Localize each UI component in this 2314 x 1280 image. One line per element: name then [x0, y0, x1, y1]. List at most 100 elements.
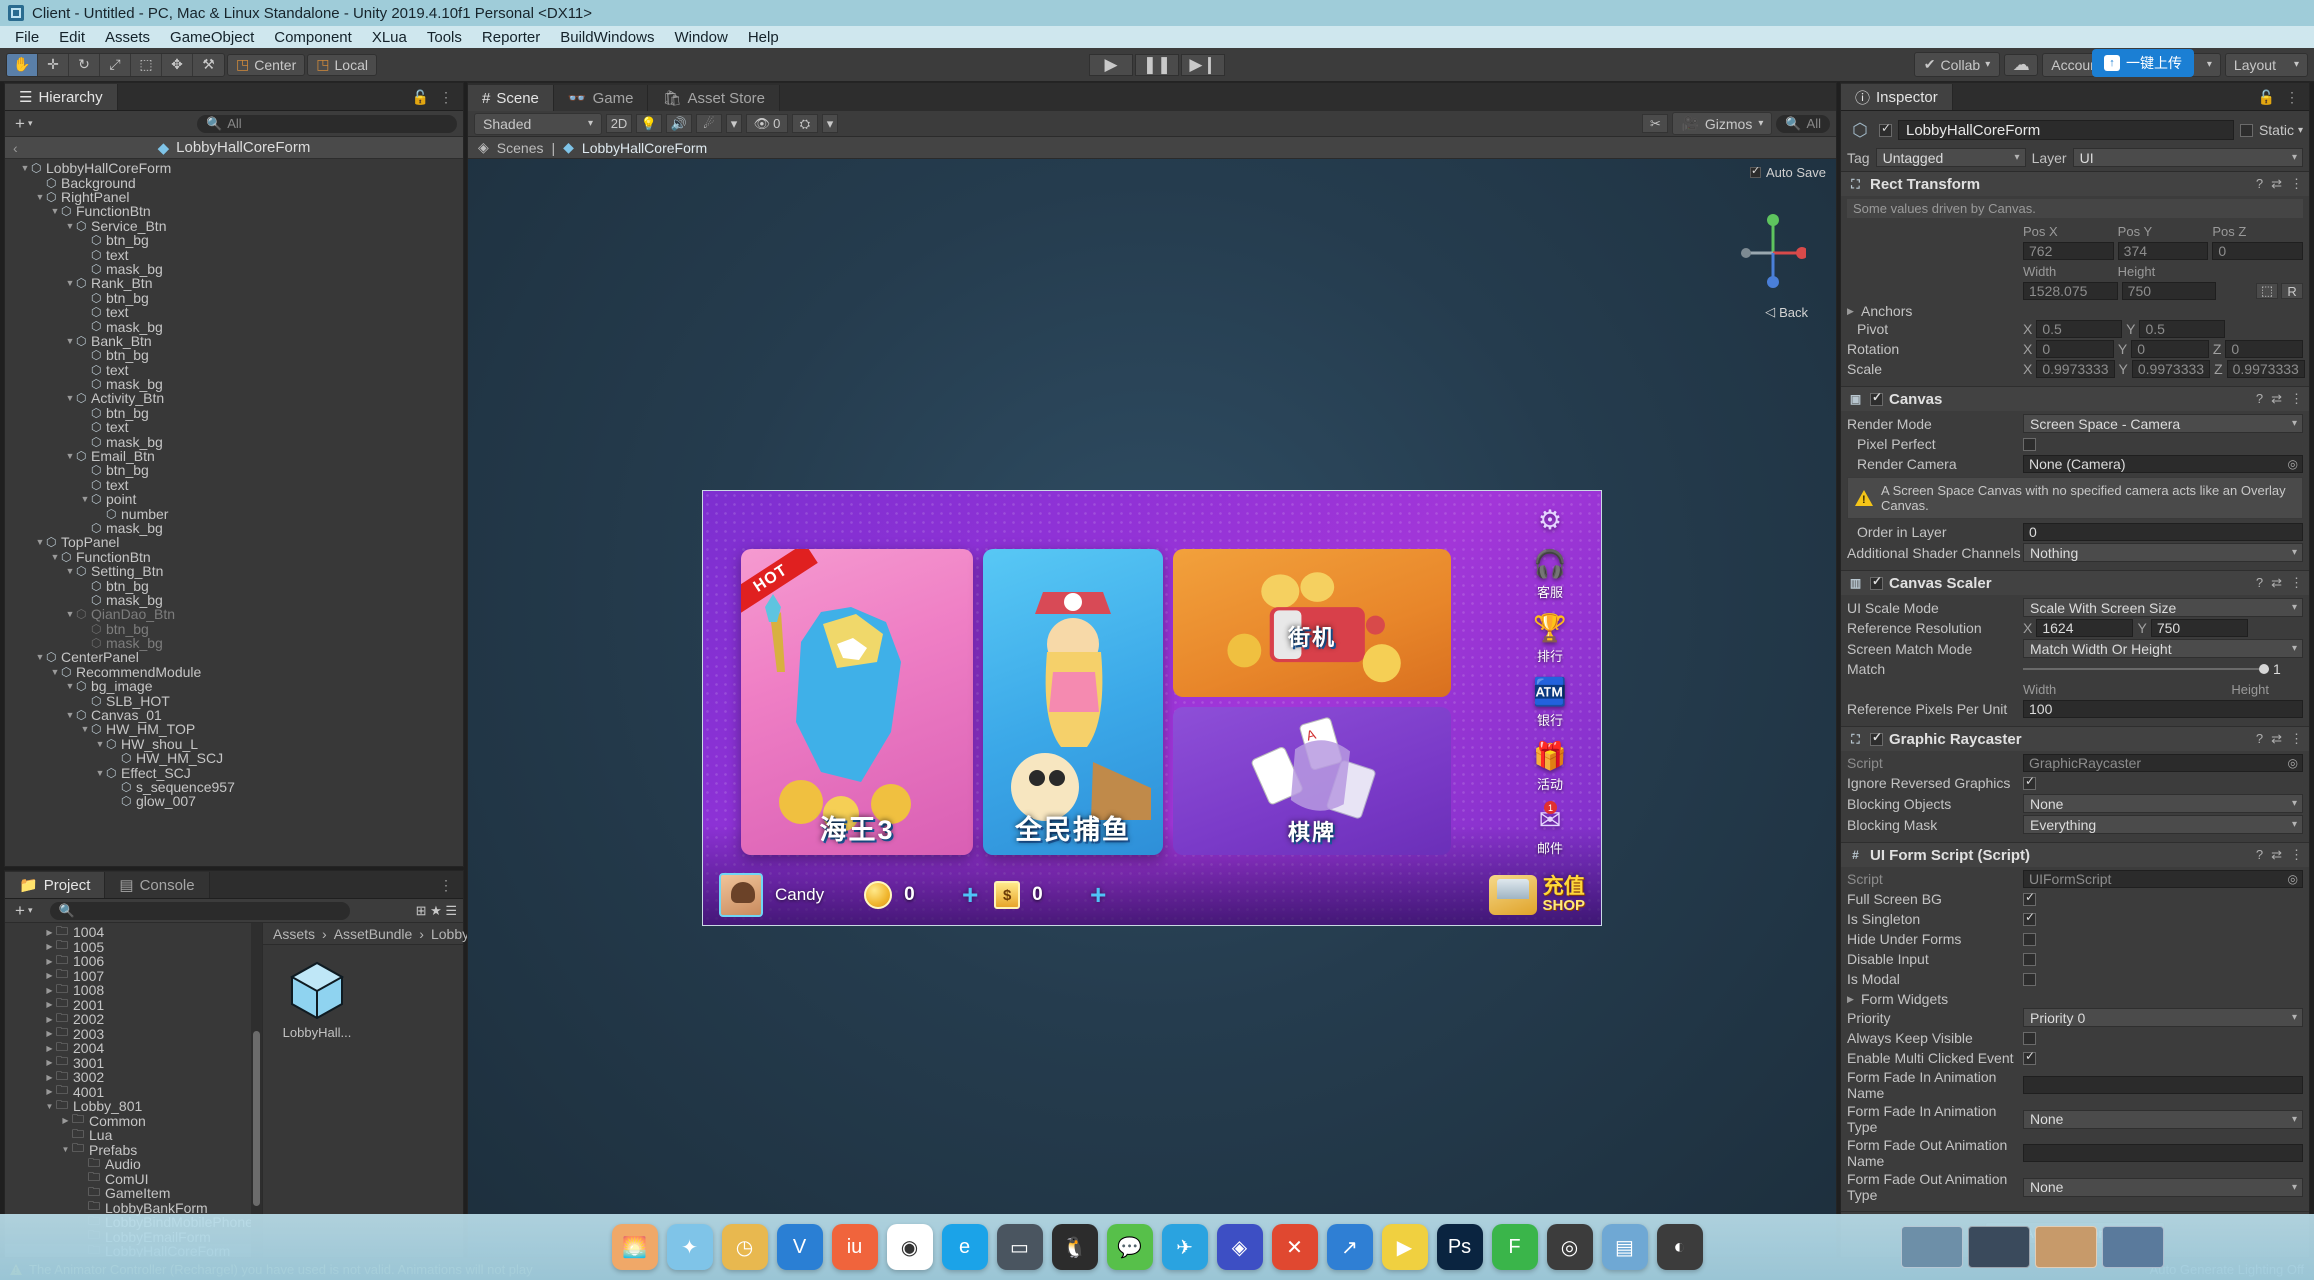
- help-icon[interactable]: ?: [2256, 391, 2263, 407]
- hierarchy-item-btn-bg[interactable]: ⬡ btn_bg: [5, 232, 463, 248]
- hierarchy-item-mask-bg[interactable]: ⬡ mask_bg: [5, 635, 463, 651]
- disclosure-triangle-icon[interactable]: ▼: [79, 724, 91, 734]
- project-folder-audio[interactable]: 🗀 Audio: [5, 1156, 262, 1173]
- persp-label[interactable]: ◁ Back: [1765, 304, 1808, 320]
- hierarchy-item-hw-shou-l[interactable]: ▼ ⬡ HW_shou_L: [5, 736, 463, 752]
- scale-z-field[interactable]: 0.9973333: [2226, 360, 2305, 378]
- disclosure-triangle-icon[interactable]: ▶: [43, 1044, 56, 1053]
- taskbar-thumbnail[interactable]: [1901, 1226, 1963, 1268]
- asset-item-lobbyhallcoreform[interactable]: LobbyHall...: [277, 959, 357, 1040]
- hierarchy-item-functionbtn[interactable]: ▼ ⬡ FunctionBtn: [5, 203, 463, 219]
- hierarchy-item-centerpanel[interactable]: ▼ ⬡ CenterPanel: [5, 649, 463, 665]
- rot-z-field[interactable]: 0: [2225, 340, 2303, 358]
- blueprint-mode-icon[interactable]: ⬚: [2256, 283, 2279, 299]
- component-header-tools[interactable]: ? ⇄ ⋮: [2256, 391, 2303, 407]
- fade-in-type-dropdown[interactable]: None: [2023, 1109, 2303, 1129]
- scale-tool-icon[interactable]: ⤢: [100, 53, 131, 76]
- scrollbar-thumb[interactable]: [253, 1031, 260, 1206]
- project-folder-2004[interactable]: ▶ 🗀 2004: [5, 1040, 262, 1057]
- preset-icon[interactable]: ⇄: [2271, 731, 2282, 747]
- cloud-button[interactable]: ☁: [2004, 53, 2039, 76]
- disclosure-triangle-icon[interactable]: ▼: [64, 393, 76, 403]
- app-vpn-icon[interactable]: V: [776, 1224, 823, 1270]
- component-header-tools[interactable]: ? ⇄ ⋮: [2256, 847, 2303, 863]
- hierarchy-search-input[interactable]: 🔍 All: [197, 114, 457, 133]
- hierarchy-item-mask-bg[interactable]: ⬡ mask_bg: [5, 434, 463, 450]
- app-qq-icon[interactable]: 🐧: [1051, 1224, 1098, 1270]
- pivot-y-field[interactable]: 0.5: [2139, 320, 2226, 338]
- hierarchy-item-rightpanel[interactable]: ▼ ⬡ RightPanel: [5, 189, 463, 205]
- anchors-foldout[interactable]: ▶ Anchors: [1847, 302, 2303, 320]
- fade-out-name-field[interactable]: [2023, 1144, 2303, 1162]
- component-header-tools[interactable]: ? ⇄ ⋮: [2256, 731, 2303, 747]
- game-card-haiwang[interactable]: HOT 海王3: [741, 549, 973, 855]
- game-card-buyu[interactable]: 全民捕鱼: [983, 549, 1163, 855]
- project-folder-2003[interactable]: ▶ 🗀 2003: [5, 1025, 262, 1042]
- menu-window[interactable]: Window: [665, 28, 736, 47]
- disclosure-triangle-icon[interactable]: ▼: [64, 336, 76, 346]
- taskbar-thumbnail[interactable]: [2102, 1226, 2164, 1268]
- tag-dropdown[interactable]: Untagged: [1875, 148, 2026, 167]
- side-button-activity[interactable]: 🎁 活动: [1533, 739, 1567, 793]
- component-header[interactable]: ⛶ Rect Transform ? ⇄ ⋮: [1841, 172, 2309, 196]
- breadcrumb-segment-assets[interactable]: Assets: [273, 926, 315, 942]
- 2d-toggle-button[interactable]: 2D: [606, 114, 632, 133]
- kebab-menu-icon[interactable]: ⋮: [2290, 575, 2303, 591]
- pause-button[interactable]: ❚❚: [1135, 53, 1179, 76]
- project-folder-1006[interactable]: ▶ 🗀 1006: [5, 953, 262, 970]
- disclosure-triangle-icon[interactable]: ▶: [43, 1015, 56, 1024]
- hierarchy-item-mask-bg[interactable]: ⬡ mask_bg: [5, 376, 463, 392]
- disclosure-triangle-icon[interactable]: ▼: [64, 221, 76, 231]
- menu-buildwindows[interactable]: BuildWindows: [551, 28, 663, 47]
- pivot-x-field[interactable]: 0.5: [2036, 320, 2123, 338]
- side-button-service[interactable]: 🎧 客服: [1533, 547, 1567, 601]
- app-wechat-icon[interactable]: 💬: [1106, 1224, 1153, 1270]
- taskbar-thumbnail[interactable]: [1968, 1226, 2030, 1268]
- lock-icon[interactable]: 🔓: [412, 89, 429, 106]
- app-telegram-icon[interactable]: ✈: [1161, 1224, 1208, 1270]
- kebab-menu-icon[interactable]: ⋮: [2290, 176, 2303, 192]
- scale-x-field[interactable]: 0.9973333: [2036, 360, 2115, 378]
- hierarchy-item-text[interactable]: ⬡ text: [5, 247, 463, 263]
- hierarchy-item-functionbtn[interactable]: ▼ ⬡ FunctionBtn: [5, 549, 463, 565]
- scene-viewport[interactable]: Auto Save: [468, 159, 1836, 1257]
- hierarchy-item-canvas-01[interactable]: ▼ ⬡ Canvas_01: [5, 707, 463, 723]
- taskbar-thumbnails[interactable]: [1901, 1226, 2164, 1268]
- height-field[interactable]: 750: [2121, 282, 2217, 300]
- kebab-menu-icon[interactable]: ⋮: [2290, 847, 2303, 863]
- hierarchy-item-slb-hot[interactable]: ⬡ SLB_HOT: [5, 693, 463, 709]
- hierarchy-item-btn-bg[interactable]: ⬡ btn_bg: [5, 621, 463, 637]
- scale-y-field[interactable]: 0.9973333: [2131, 360, 2211, 378]
- component-header[interactable]: # UI Form Script (Script) ? ⇄ ⋮: [1841, 843, 2309, 867]
- hide-under-forms-checkbox[interactable]: [2023, 932, 2036, 946]
- tab-console[interactable]: ▤ Console: [105, 872, 210, 898]
- app-folder-icon[interactable]: ▤: [1601, 1224, 1648, 1270]
- kebab-menu-icon[interactable]: ⋮: [439, 89, 453, 106]
- always-keep-visible-checkbox[interactable]: [2023, 1031, 2036, 1045]
- hierarchy-item-glow-007[interactable]: ⬡ glow_007: [5, 793, 463, 809]
- disclosure-triangle-icon[interactable]: ▼: [94, 739, 106, 749]
- project-folder-tree[interactable]: ▶ 🗀 1004 ▶ 🗀 1005 ▶ 🗀 1006 ▶ 🗀 1007 ▶ 🗀 1008 ▶ 🗀 2001 ▶ 🗀 20…: [5, 923, 263, 1257]
- app-edge-icon[interactable]: e: [941, 1224, 988, 1270]
- asset-grid[interactable]: LobbyHall...: [263, 945, 463, 1257]
- static-checkbox[interactable]: [2239, 123, 2253, 137]
- prefab-back-icon[interactable]: ‹: [13, 140, 18, 156]
- breadcrumb-scenes[interactable]: Scenes: [497, 140, 544, 156]
- scene-tools-icon[interactable]: ✂: [1642, 114, 1669, 133]
- scene-search-input[interactable]: 🔍 All: [1776, 114, 1830, 133]
- hierarchy-item-mask-bg[interactable]: ⬡ mask_bg: [5, 319, 463, 335]
- project-folder-lobbybankform[interactable]: 🗀 LobbyBankForm: [5, 1199, 262, 1216]
- auto-save-checkbox[interactable]: [1750, 164, 1761, 178]
- fade-in-name-field[interactable]: [2023, 1076, 2303, 1094]
- object-active-checkbox[interactable]: [1879, 121, 1892, 137]
- tab-game[interactable]: 👓 Game: [553, 85, 649, 111]
- app-obs-icon[interactable]: ◎: [1546, 1224, 1593, 1270]
- disclosure-triangle-icon[interactable]: ▼: [34, 192, 46, 202]
- project-folder-3002[interactable]: ▶ 🗀 3002: [5, 1069, 262, 1086]
- pos-z-field[interactable]: 0: [2212, 242, 2304, 260]
- project-folder-comui[interactable]: 🗀 ComUI: [5, 1170, 262, 1187]
- component-header[interactable]: ▣ Canvas ? ⇄ ⋮: [1841, 387, 2309, 411]
- hierarchy-item-toppanel[interactable]: ▼ ⬡ TopPanel: [5, 534, 463, 550]
- hierarchy-item-text[interactable]: ⬡ text: [5, 419, 463, 435]
- help-icon[interactable]: ?: [2256, 176, 2263, 192]
